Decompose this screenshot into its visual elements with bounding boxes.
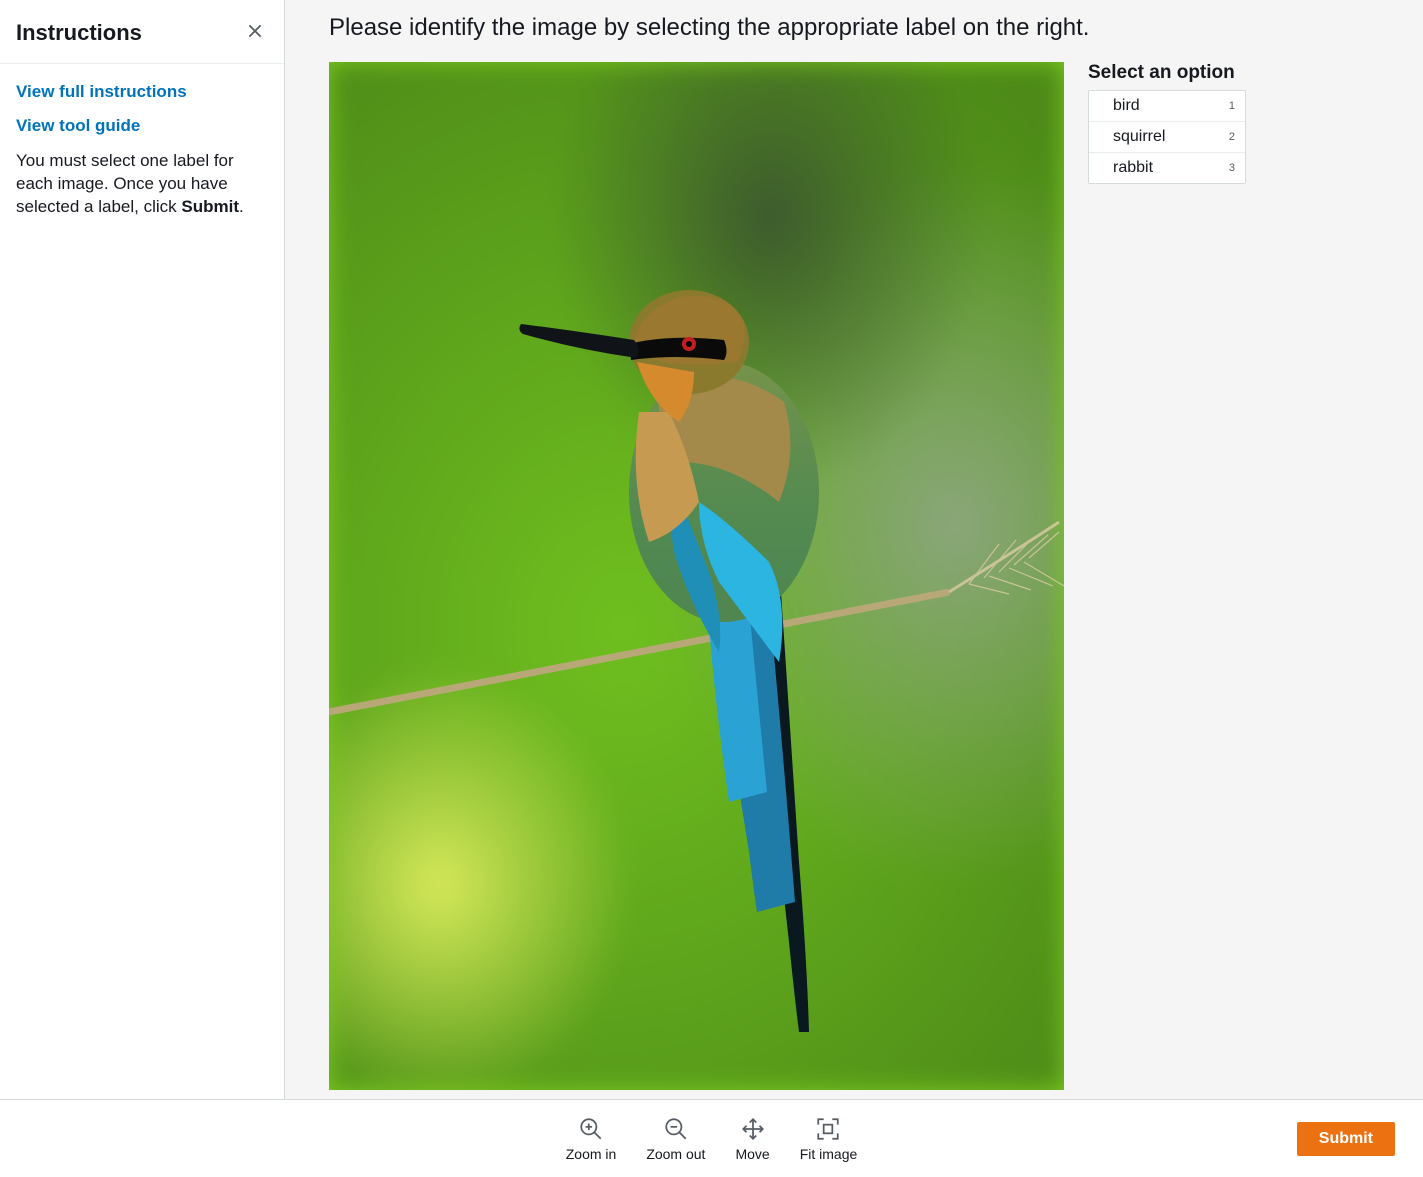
option-shortcut: 1	[1229, 100, 1235, 112]
option-shortcut: 3	[1229, 162, 1235, 174]
close-icon	[246, 22, 264, 40]
instructions-sidebar: Instructions View full instructions View…	[0, 0, 285, 1099]
zoom-out-button[interactable]: Zoom out	[646, 1116, 705, 1162]
main-content: Please identify the image by selecting t…	[285, 0, 1423, 1099]
footer-toolbar: Zoom in Zoom out Move	[0, 1099, 1423, 1177]
submit-button[interactable]: Submit	[1297, 1122, 1395, 1156]
task-prompt: Please identify the image by selecting t…	[329, 14, 1379, 42]
bird-illustration	[329, 62, 1064, 1090]
close-sidebar-button[interactable]	[242, 18, 268, 47]
fit-image-button[interactable]: Fit image	[800, 1116, 858, 1162]
move-icon	[740, 1116, 766, 1142]
option-label: bird	[1113, 97, 1140, 115]
option-list: bird 1 squirrel 2 rabbit 3	[1088, 90, 1246, 184]
zoom-in-icon	[578, 1116, 604, 1142]
view-full-instructions-link[interactable]: View full instructions	[16, 82, 268, 102]
task-image[interactable]	[329, 62, 1064, 1090]
zoom-out-icon	[663, 1116, 689, 1142]
options-title: Select an option	[1088, 62, 1246, 84]
move-button[interactable]: Move	[735, 1116, 769, 1162]
option-label: rabbit	[1113, 159, 1153, 177]
option-label: squirrel	[1113, 128, 1165, 146]
options-panel: Select an option bird 1 squirrel 2 rabbi…	[1088, 62, 1246, 184]
option-shortcut: 2	[1229, 131, 1235, 143]
sidebar-title: Instructions	[16, 20, 142, 46]
zoom-in-button[interactable]: Zoom in	[566, 1116, 617, 1162]
option-squirrel[interactable]: squirrel 2	[1089, 122, 1245, 153]
instruction-text: You must select one label for each image…	[16, 150, 268, 219]
option-bird[interactable]: bird 1	[1089, 91, 1245, 122]
view-tool-guide-link[interactable]: View tool guide	[16, 116, 268, 136]
fit-image-icon	[815, 1116, 841, 1142]
option-rabbit[interactable]: rabbit 3	[1089, 153, 1245, 183]
